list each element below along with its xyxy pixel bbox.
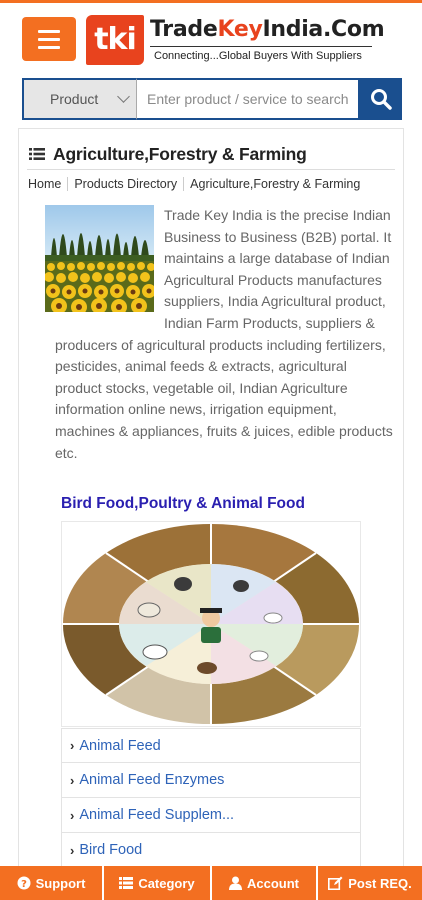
chevron-down-icon — [117, 90, 130, 103]
breadcrumb-home[interactable]: Home — [28, 177, 67, 191]
hamburger-icon — [38, 29, 60, 33]
logo-mark: tki — [86, 15, 144, 65]
page-heading: Agriculture,Forestry & Farming — [29, 141, 395, 167]
search-type-value: Product — [50, 91, 99, 107]
sunflower-field-image — [45, 205, 154, 312]
chevron-right-icon: › — [70, 772, 75, 788]
logo-tagline: Connecting...Global Buyers With Supplier… — [154, 50, 362, 62]
search-icon — [371, 89, 392, 110]
content-panel: Agriculture,Forestry & Farming Home Prod… — [18, 128, 404, 868]
logo-name: TradeKeyIndia.Com — [150, 17, 385, 42]
title-divider — [27, 169, 395, 170]
search-bar: Product — [22, 78, 402, 120]
category-description: Trade Key India is the precise Indian Bu… — [45, 205, 393, 464]
list-icon — [119, 877, 134, 889]
search-input[interactable] — [136, 78, 360, 120]
chevron-right-icon: › — [70, 807, 75, 823]
support-button[interactable]: ? Support — [0, 866, 104, 900]
edit-icon — [328, 876, 343, 890]
list-item[interactable]: › Bird Food — [61, 833, 361, 868]
user-icon — [229, 876, 242, 890]
breadcrumb: Home Products Directory Agriculture,Fore… — [28, 177, 366, 191]
breadcrumb-current[interactable]: Agriculture,Forestry & Farming — [183, 177, 366, 191]
list-item[interactable]: › Animal Feed Enzymes — [61, 763, 361, 798]
list-icon — [29, 148, 45, 160]
subcategory-title[interactable]: Bird Food,Poultry & Animal Food — [61, 495, 305, 513]
account-button[interactable]: Account — [212, 866, 318, 900]
subcategory-list: › Animal Feed › Animal Feed Enzymes › Anima… — [61, 728, 361, 868]
chevron-right-icon: › — [70, 842, 75, 858]
logo-divider — [150, 46, 372, 47]
header: tki TradeKeyIndia.Com Connecting...Globa… — [0, 3, 422, 73]
search-type-select[interactable]: Product — [22, 78, 136, 120]
site-logo[interactable]: tki TradeKeyIndia.Com Connecting...Globa… — [86, 13, 386, 69]
question-icon: ? — [17, 876, 31, 890]
list-item[interactable]: › Animal Feed — [61, 728, 361, 763]
animal-feed-image[interactable] — [61, 521, 361, 727]
list-item[interactable]: › Animal Feed Supplem... — [61, 798, 361, 833]
chevron-right-icon: › — [70, 738, 75, 753]
svg-text:?: ? — [21, 879, 27, 890]
menu-button[interactable] — [22, 17, 76, 61]
search-button[interactable] — [360, 78, 402, 120]
category-button[interactable]: Category — [104, 866, 212, 900]
bottom-navigation: ? Support Category Account Post REQ. — [0, 866, 422, 900]
page-title: Agriculture,Forestry & Farming — [53, 143, 307, 164]
breadcrumb-products-directory[interactable]: Products Directory — [67, 177, 183, 191]
post-requirement-button[interactable]: Post REQ. — [318, 866, 422, 900]
